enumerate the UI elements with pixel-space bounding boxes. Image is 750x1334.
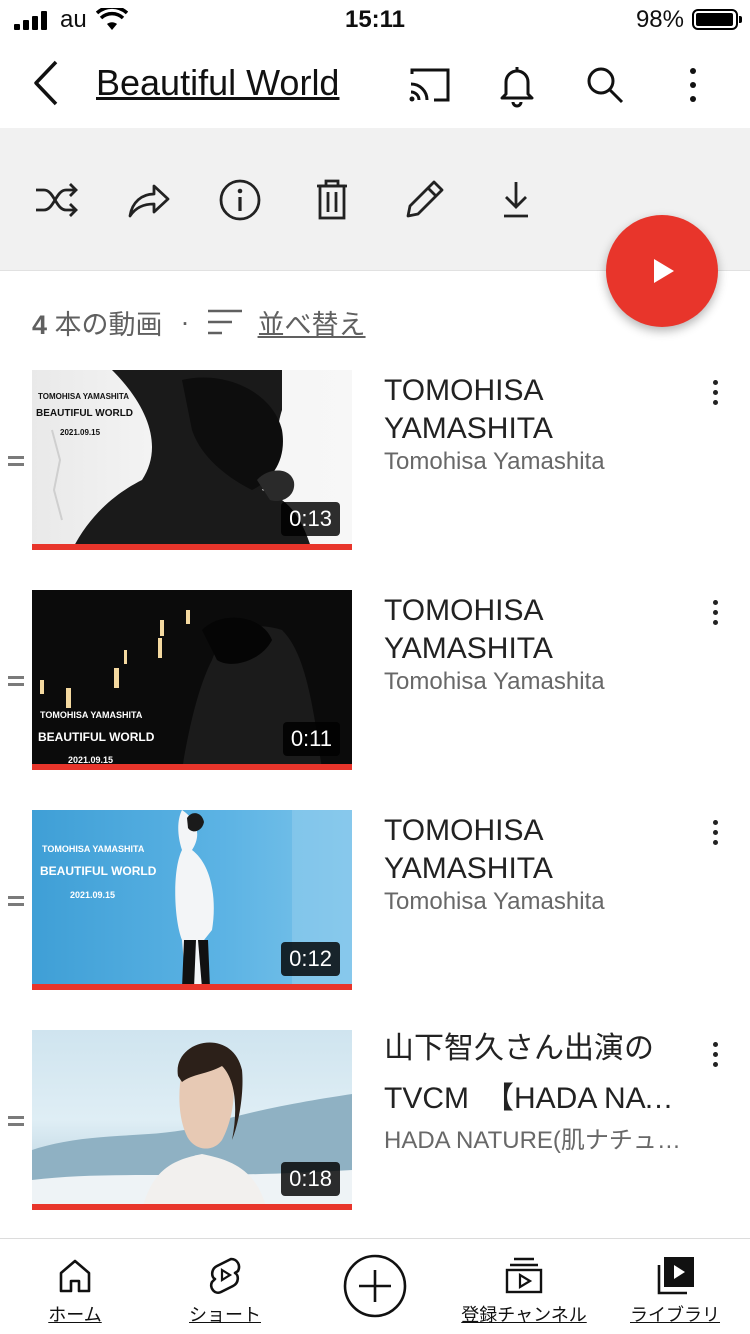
video-more-icon[interactable] [704,1040,728,1070]
watch-progress-bar [32,764,352,770]
video-title[interactable]: TOMOHISA YAMASHITA [384,592,684,668]
channel-name[interactable]: Tomohisa Yamashita [384,668,690,696]
drag-handle-icon[interactable] [8,456,24,466]
delete-icon[interactable] [308,176,356,224]
playlist-meta-row: 4 本の動画 · 並べ替え [32,300,366,344]
subscriptions-icon [505,1257,543,1294]
video-title[interactable]: TOMOHISA YAMASHITA [384,812,684,888]
shuffle-icon[interactable] [32,176,80,224]
video-more-icon[interactable] [704,378,728,408]
battery-percent: 98% [635,6,684,33]
play-icon [654,259,674,283]
nav-shorts[interactable]: ショート [170,1239,280,1334]
sort-button[interactable]: 並べ替え [258,303,366,342]
duration-badge: 0:13 [281,502,340,536]
share-icon[interactable] [124,176,172,224]
playlist-title[interactable]: Beautiful World [96,62,352,104]
playlist-video-item[interactable]: TOMOHISA YAMASHITA BEAUTIFUL WORLD 2021.… [0,590,750,770]
video-thumbnail[interactable]: TOMOHISA YAMASHITA BEAUTIFUL WORLD 2021.… [32,370,352,550]
library-icon [657,1257,694,1295]
playlist-video-item[interactable]: 0:18 山下智久さん出演の TVCM 【HADA NATURE】 HADA N… [0,1030,750,1210]
info-icon[interactable] [216,176,264,224]
watch-progress-bar [32,544,352,550]
download-icon[interactable] [492,176,540,224]
shorts-icon [209,1257,241,1294]
nav-library[interactable]: ライブラリ [620,1239,730,1334]
video-title[interactable]: 山下智久さん出演の TVCM 【HADA NATURE】 [384,1024,684,1124]
playlist-video-item[interactable]: TOMOHISA YAMASHITA BEAUTIFUL WORLD 2021.… [0,810,750,990]
create-icon [343,1254,407,1318]
watch-progress-bar [32,984,352,990]
duration-badge: 0:18 [281,1162,340,1196]
nav-subscriptions[interactable]: 登録チャンネル [452,1239,596,1334]
channel-name[interactable]: Tomohisa Yamashita [384,888,690,916]
video-more-icon[interactable] [704,598,728,628]
video-thumbnail[interactable]: TOMOHISA YAMASHITA BEAUTIFUL WORLD 2021.… [32,590,352,770]
video-count: 4 本の動画 [32,309,163,340]
search-icon[interactable] [582,62,628,108]
status-bar: au 15:11 98% [0,0,750,40]
duration-badge: 0:11 [282,722,340,756]
video-title[interactable]: TOMOHISA YAMASHITA [384,372,684,448]
play-all-button[interactable] [606,215,718,327]
playlist-video-item[interactable]: TOMOHISA YAMASHITA BEAUTIFUL WORLD 2021.… [0,370,750,550]
back-arrow-icon[interactable] [26,58,66,108]
notifications-icon[interactable] [494,62,540,108]
home-icon [59,1259,91,1293]
overflow-menu-icon[interactable] [670,62,716,108]
video-thumbnail[interactable]: TOMOHISA YAMASHITA BEAUTIFUL WORLD 2021.… [32,810,352,990]
separator-dot: · [180,306,190,337]
watch-progress-bar [32,1204,352,1210]
video-more-icon[interactable] [704,818,728,848]
nav-create[interactable] [335,1239,415,1334]
drag-handle-icon[interactable] [8,676,24,686]
edit-pencil-icon[interactable] [400,176,448,224]
video-thumbnail[interactable]: 0:18 [32,1030,352,1210]
channel-name[interactable]: HADA NATURE(肌ナチュール) [384,1120,690,1155]
app-bar: Beautiful World [0,40,750,128]
bottom-navigation: ホーム ショート 登録チャンネル ライブラリ [0,1238,750,1334]
battery-icon [692,9,742,30]
nav-home[interactable]: ホーム [20,1239,130,1334]
drag-handle-icon[interactable] [8,896,24,906]
duration-badge: 0:12 [281,942,340,976]
drag-handle-icon[interactable] [8,1116,24,1126]
cast-icon[interactable] [406,62,452,108]
sort-icon[interactable] [206,307,244,337]
channel-name[interactable]: Tomohisa Yamashita [384,448,690,476]
